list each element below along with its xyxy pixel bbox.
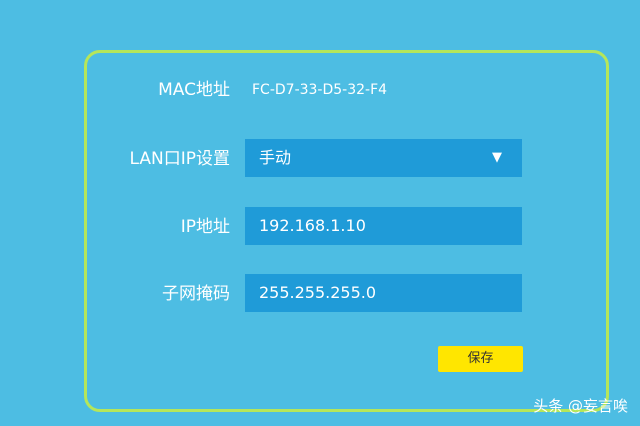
lan-ip-label: LAN口IP设置 bbox=[129, 149, 230, 169]
mask-row: 子网掩码 255.255.255.0 bbox=[0, 274, 640, 314]
save-button[interactable]: 保存 bbox=[438, 346, 523, 372]
ip-label: IP地址 bbox=[180, 217, 230, 237]
chevron-down-icon[interactable]: ▼ bbox=[492, 139, 502, 177]
subnet-mask-label: 子网掩码 bbox=[162, 284, 230, 304]
lan-ip-mode-value: 手动 bbox=[259, 148, 292, 167]
mac-row: MAC地址 FC-D7-33-D5-32-F4 bbox=[0, 70, 640, 110]
mac-value: FC-D7-33-D5-32-F4 bbox=[252, 82, 388, 98]
subnet-mask-input[interactable]: 255.255.255.0 bbox=[245, 274, 522, 312]
lan-ip-mode-select[interactable]: 手动 ▼ bbox=[245, 139, 522, 177]
watermark: 头条 @妄言唉 bbox=[533, 397, 628, 415]
ip-address-input[interactable]: 192.168.1.10 bbox=[245, 207, 522, 245]
mac-label: MAC地址 bbox=[158, 80, 230, 100]
lan-ip-row: LAN口IP设置 手动 ▼ bbox=[0, 139, 640, 179]
ip-row: IP地址 192.168.1.10 bbox=[0, 207, 640, 247]
